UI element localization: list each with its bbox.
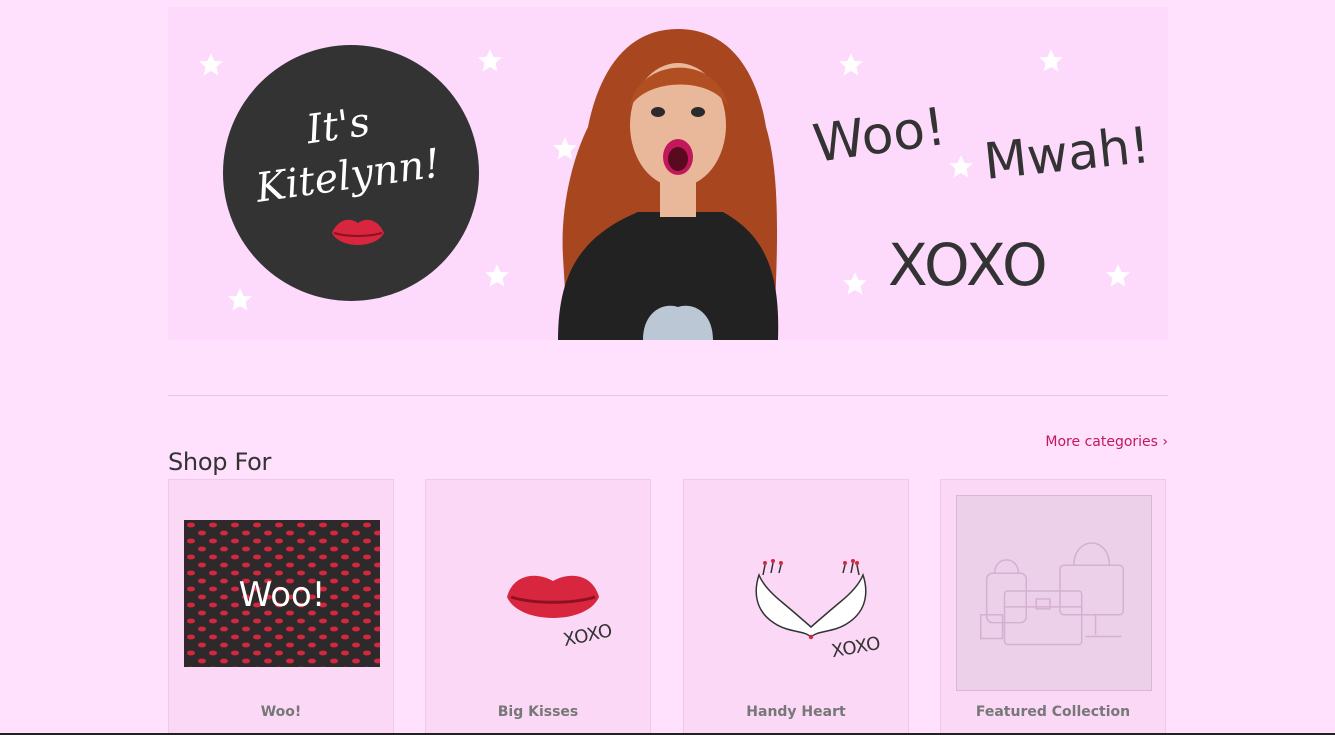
star-icon — [839, 53, 863, 76]
category-card-handy-heart[interactable]: XOXO Handy Heart — [683, 479, 909, 735]
star-icon — [478, 49, 502, 72]
section-divider — [168, 395, 1168, 396]
category-label: Woo! — [260, 704, 302, 720]
category-label: Handy Heart — [746, 704, 846, 720]
star-icon — [228, 288, 252, 311]
lips-image: XOXO — [507, 575, 614, 651]
badge-line1: It's — [303, 99, 373, 154]
category-grid: Woo! Woo! XOXO Big Kisses XOXO Handy Hea… — [168, 479, 1168, 735]
banner-word-mwah: Mwah! — [981, 116, 1153, 191]
star-icon — [1106, 264, 1130, 287]
star-icon — [199, 53, 223, 76]
heart-hands-icon — [755, 559, 867, 640]
xoxo-text: XOXO — [561, 620, 614, 651]
more-categories-link[interactable]: More categories › — [1045, 434, 1168, 450]
lips-icon — [507, 575, 599, 618]
star-icon — [485, 264, 509, 287]
category-thumb: XOXO — [699, 495, 895, 691]
section-title: Shop For — [168, 447, 272, 476]
star-icon — [843, 272, 867, 295]
category-label: Featured Collection — [975, 704, 1131, 720]
category-card-big-kisses[interactable]: XOXO Big Kisses — [425, 479, 651, 735]
category-card-featured-collection[interactable]: Featured Collection — [940, 479, 1166, 735]
banner-word-xoxo: XOXO — [888, 231, 1048, 299]
category-card-woo[interactable]: Woo! Woo! — [168, 479, 394, 735]
category-thumb — [956, 495, 1152, 691]
woo-pattern-image: Woo! — [184, 519, 380, 667]
hero-banner-art: It's Kitelynn! Woo! Mwah! XOXO — [199, 29, 1153, 340]
category-label: Big Kisses — [497, 704, 579, 720]
xoxo-text: XOXO — [830, 633, 882, 662]
page: It's Kitelynn! Woo! Mwah! XOXO Shop For … — [0, 0, 1335, 735]
category-thumb: Woo! — [184, 495, 380, 691]
star-icon — [553, 137, 577, 160]
star-icon — [1039, 49, 1063, 72]
placeholder-bags-icon — [980, 542, 1125, 646]
banner-word-woo: Woo! — [809, 97, 949, 175]
woo-thumb-text: Woo! — [239, 575, 326, 615]
category-thumb: XOXO — [441, 495, 637, 691]
star-icon — [949, 155, 973, 178]
handy-heart-image: XOXO — [755, 559, 882, 662]
hero-banner[interactable]: It's Kitelynn! Woo! Mwah! XOXO — [168, 7, 1168, 340]
person-photo — [558, 29, 779, 340]
